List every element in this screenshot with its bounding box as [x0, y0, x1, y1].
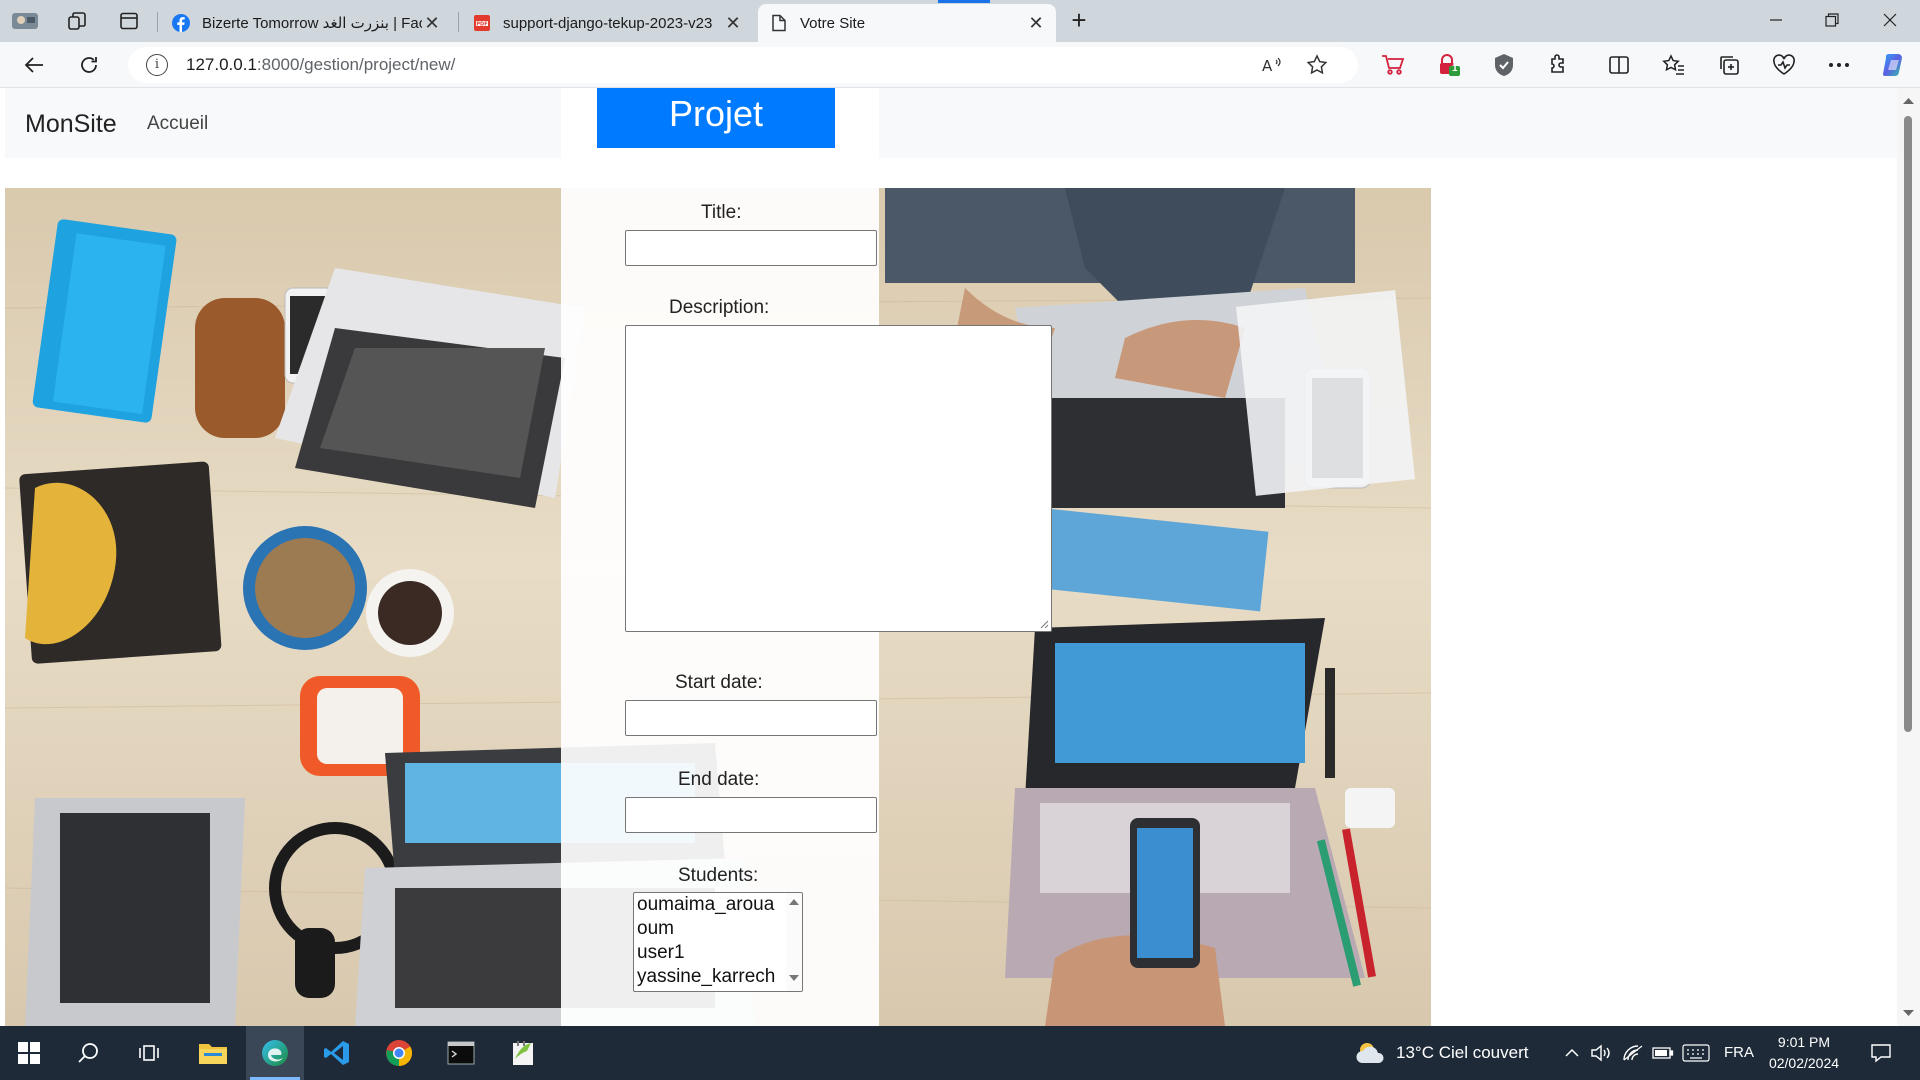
close-window-button[interactable]	[1862, 0, 1918, 40]
windows-taskbar: 13°C Ciel couvert FRA 9:01 PM 02/02/2024	[0, 1026, 1920, 1080]
profile-avatar-icon[interactable]	[8, 6, 42, 36]
extension-lock-icon[interactable]: 1	[1434, 50, 1464, 80]
back-button[interactable]	[17, 49, 51, 81]
tab-title: Bizerte Tomorrow بنزرت الغد | Fac	[202, 15, 422, 32]
site-info-icon[interactable]: i	[146, 54, 168, 76]
tab-separator	[458, 12, 459, 32]
scroll-down-arrow-icon[interactable]	[1897, 1006, 1920, 1020]
notifications-icon[interactable]	[1856, 1026, 1906, 1080]
extension-badge: 1	[1452, 63, 1458, 74]
chrome-icon[interactable]	[370, 1026, 428, 1080]
page-viewport: MonSite Accueil Projet Title: Descriptio…	[5, 88, 1897, 1026]
scroll-up-arrow-icon[interactable]	[1897, 94, 1920, 108]
weather-text[interactable]: 13°C Ciel couvert	[1396, 1043, 1528, 1063]
student-option[interactable]: user1	[634, 941, 802, 965]
read-aloud-icon[interactable]: A	[1260, 53, 1286, 77]
split-screen-icon[interactable]	[1604, 50, 1634, 80]
site-navbar: MonSite Accueil	[5, 88, 1897, 158]
students-label: Students:	[678, 865, 759, 886]
tab-title: support-django-tekup-2023-v23	[503, 14, 713, 32]
close-tab-icon[interactable]: ✕	[1026, 13, 1046, 34]
url-text[interactable]: 127.0.0.1:8000/gestion/project/new/	[186, 55, 455, 75]
weather-cloud-icon[interactable]	[1350, 1026, 1390, 1080]
page-scrollbar[interactable]	[1897, 88, 1920, 1026]
resize-grip-icon[interactable]	[1039, 619, 1049, 629]
active-tab-indicator	[938, 0, 990, 3]
terminal-icon[interactable]	[432, 1026, 490, 1080]
address-bar[interactable]: i 127.0.0.1:8000/gestion/project/new/ A	[128, 47, 1358, 83]
vertical-tabs-icon[interactable]	[112, 6, 146, 36]
input-language[interactable]: FRA	[1724, 1044, 1754, 1061]
student-option[interactable]: yassine_karrech	[634, 965, 802, 989]
tab-facebook[interactable]: Bizerte Tomorrow بنزرت الغد | Fac ✕	[160, 4, 452, 42]
new-tab-button[interactable]: +	[1062, 6, 1096, 36]
description-label: Description:	[669, 297, 770, 318]
edge-browser-icon[interactable]	[246, 1026, 304, 1080]
browser-essentials-icon[interactable]	[1769, 50, 1799, 80]
start-button[interactable]	[0, 1026, 58, 1080]
pdf-icon: PDF	[473, 14, 491, 32]
network-wifi-icon[interactable]	[1618, 1026, 1648, 1080]
task-view-icon[interactable]	[120, 1026, 178, 1080]
browser-tab-strip: Bizerte Tomorrow بنزرت الغد | Fac ✕ PDF …	[0, 0, 1920, 42]
clock-date: 02/02/2024	[1768, 1055, 1840, 1071]
close-tab-icon[interactable]: ✕	[422, 13, 442, 34]
scrollbar-thumb[interactable]	[1904, 116, 1912, 732]
copilot-icon[interactable]	[1879, 50, 1909, 80]
tab-votre-site[interactable]: Votre Site ✕	[758, 4, 1056, 42]
title-input[interactable]	[625, 230, 877, 266]
tab-separator	[157, 12, 158, 32]
collections-icon[interactable]	[1714, 50, 1744, 80]
description-textarea[interactable]	[625, 325, 1052, 632]
restore-button[interactable]	[1804, 0, 1860, 40]
browser-toolbar: i 127.0.0.1:8000/gestion/project/new/ A …	[0, 42, 1920, 88]
clock-time: 9:01 PM	[1777, 1034, 1831, 1050]
nav-link-accueil[interactable]: Accueil	[147, 113, 208, 135]
workspaces-icon[interactable]	[60, 6, 94, 36]
svg-text:PDF: PDF	[476, 21, 487, 27]
favorite-star-icon[interactable]	[1304, 53, 1330, 77]
start-date-label: Start date:	[675, 672, 763, 693]
students-multiselect[interactable]: oumaima_aroua oum user1 yassine_karrech	[633, 892, 803, 992]
battery-icon[interactable]	[1648, 1026, 1678, 1080]
title-label: Title:	[701, 202, 742, 223]
shield-icon[interactable]	[1489, 50, 1519, 80]
system-clock[interactable]: 9:01 PM 02/02/2024	[1762, 1032, 1846, 1074]
select-scrollbar[interactable]	[786, 893, 802, 991]
settings-more-icon[interactable]	[1824, 50, 1854, 80]
student-option[interactable]: oumaima_aroua	[634, 893, 802, 917]
favorites-icon[interactable]	[1659, 50, 1689, 80]
chevron-up-icon[interactable]	[1556, 1026, 1588, 1080]
page-icon	[770, 14, 788, 32]
refresh-button[interactable]	[72, 49, 106, 81]
student-option[interactable]: oum	[634, 917, 802, 941]
minimize-button[interactable]	[1748, 0, 1804, 40]
file-explorer-icon[interactable]	[184, 1026, 242, 1080]
notepad-plus-icon[interactable]	[494, 1026, 552, 1080]
facebook-icon	[172, 14, 190, 32]
keyboard-icon[interactable]	[1678, 1026, 1714, 1080]
site-brand-link[interactable]: MonSite	[25, 110, 117, 139]
tab-title: Votre Site	[800, 14, 866, 32]
end-date-input[interactable]	[625, 797, 877, 833]
search-icon[interactable]	[60, 1026, 118, 1080]
vscode-icon[interactable]	[308, 1026, 366, 1080]
volume-icon[interactable]	[1586, 1026, 1616, 1080]
form-heading: Projet	[597, 88, 835, 148]
project-form-panel: Projet Title: Description: Start date: E…	[561, 88, 1052, 1026]
extensions-puzzle-icon[interactable]	[1543, 50, 1573, 80]
close-tab-icon[interactable]: ✕	[723, 13, 743, 34]
shopping-cart-icon[interactable]	[1378, 50, 1408, 80]
tab-pdf-support[interactable]: PDF support-django-tekup-2023-v23 ✕	[461, 4, 753, 42]
end-date-label: End date:	[678, 769, 760, 790]
svg-text:A: A	[1262, 57, 1273, 75]
start-date-input[interactable]	[625, 700, 877, 736]
